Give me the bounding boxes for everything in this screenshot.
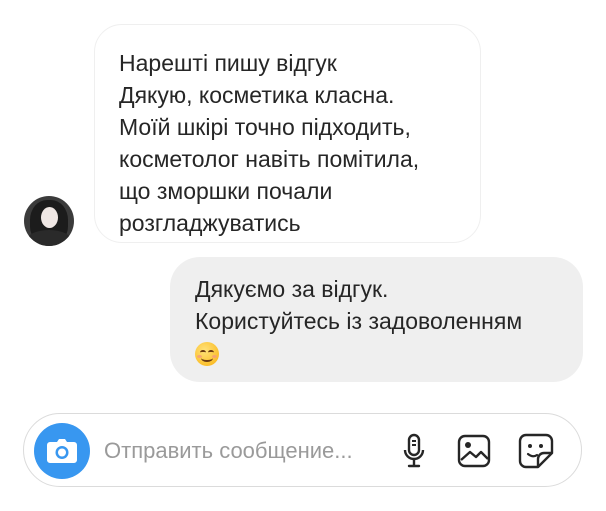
- smiling-face-emoji-icon: [195, 342, 219, 366]
- message-line: що зморшки почали: [119, 178, 333, 204]
- contact-avatar[interactable]: [24, 196, 74, 246]
- camera-button[interactable]: [34, 423, 90, 479]
- message-line: Користуйтесь із задоволенням: [195, 308, 523, 334]
- camera-icon: [47, 439, 77, 463]
- voice-message-button[interactable]: [396, 433, 432, 469]
- message-input[interactable]: [104, 436, 394, 466]
- message-line: розгладжуватись: [119, 210, 301, 236]
- outgoing-message-bubble[interactable]: Дякуємо за відгук. Користуйтесь із задов…: [170, 257, 583, 382]
- microphone-icon: [403, 433, 425, 468]
- sticker-button[interactable]: [518, 433, 554, 469]
- gallery-icon: [457, 434, 491, 468]
- message-composer: [23, 413, 582, 487]
- message-line: косметолог навіть помітила,: [119, 146, 420, 172]
- message-line: Дякую, косметика класна.: [119, 82, 395, 108]
- message-line: Нарешті пишу відгук: [119, 50, 337, 76]
- message-line: Дякуємо за відгук.: [195, 276, 389, 302]
- message-line: Моїй шкірі точно підходить,: [119, 114, 411, 140]
- gallery-button[interactable]: [456, 433, 492, 469]
- sticker-icon: [518, 433, 554, 469]
- incoming-message-bubble[interactable]: Нарешті пишу відгук Дякую, косметика кла…: [94, 24, 481, 243]
